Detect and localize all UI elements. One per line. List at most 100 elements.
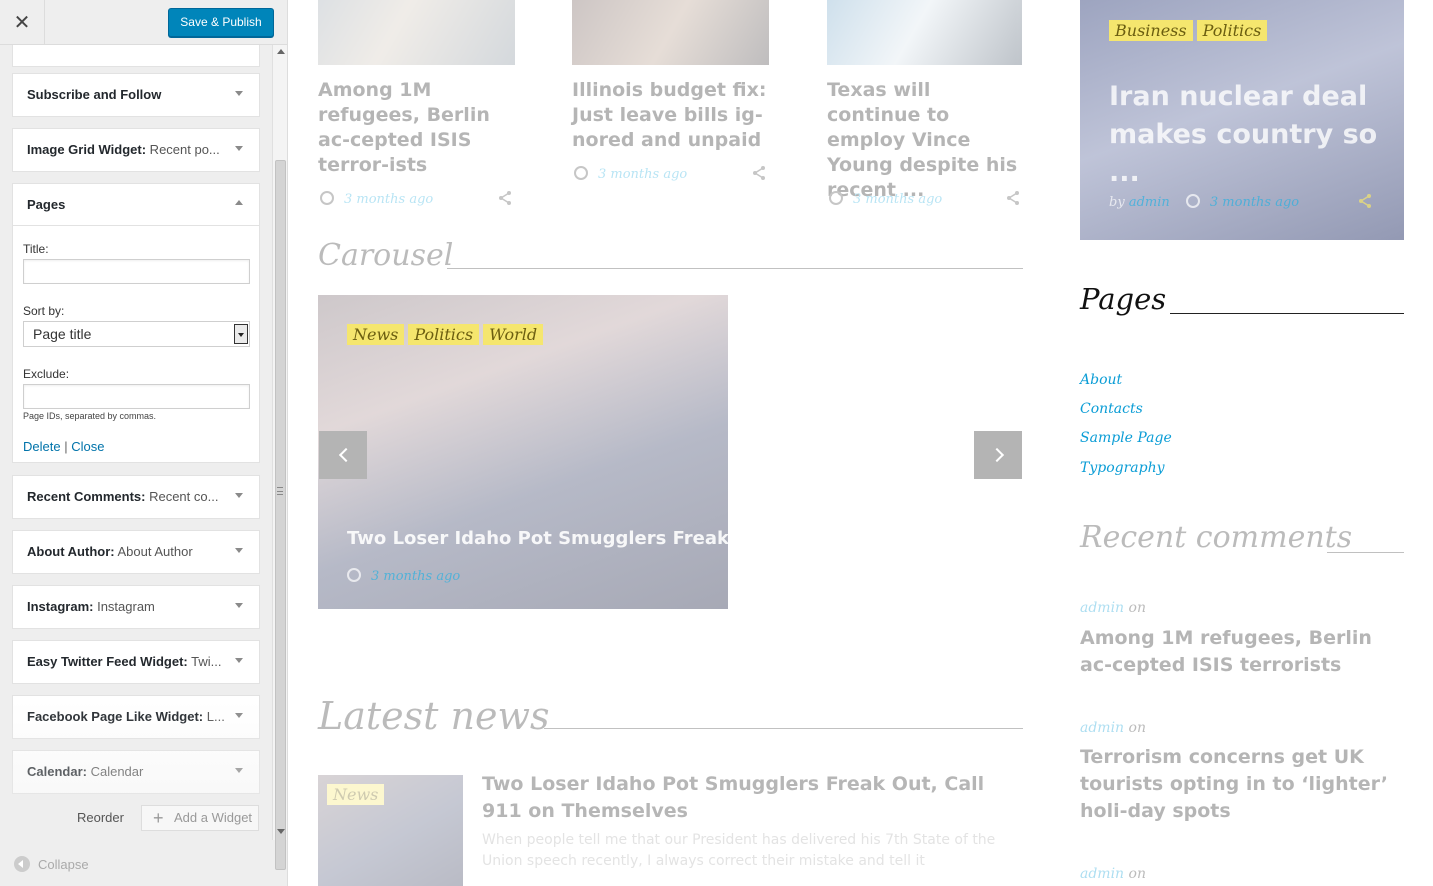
scrollbar-thumb[interactable] bbox=[275, 160, 286, 870]
comment-author[interactable]: admin bbox=[1080, 866, 1124, 882]
post-title[interactable]: Among 1M refugees, Berlin ac-cepted ISIS… bbox=[318, 78, 518, 178]
widget-about-author[interactable]: About Author: About Author bbox=[12, 530, 260, 574]
widget-title: Image Grid Widget: bbox=[27, 142, 147, 157]
tag-badge[interactable]: World bbox=[483, 324, 544, 345]
expand-arrow-icon[interactable] bbox=[235, 548, 243, 553]
page-link-about[interactable]: About bbox=[1080, 372, 1172, 401]
widget-twitter-feed[interactable]: Easy Twitter Feed Widget: Twi... bbox=[12, 640, 260, 684]
comment-author[interactable]: admin bbox=[1080, 720, 1124, 736]
share-icon[interactable] bbox=[1005, 190, 1021, 206]
tag-badge[interactable]: Politics bbox=[1196, 20, 1268, 41]
reorder-link[interactable]: Reorder bbox=[77, 810, 124, 825]
expand-arrow-icon[interactable] bbox=[235, 493, 243, 498]
comment-post-title[interactable]: Terrorism concerns get UK tourists optin… bbox=[1080, 744, 1410, 825]
collapse-label: Collapse bbox=[38, 857, 89, 872]
latest-title[interactable]: Two Loser Idaho Pot Smugglers Freak Out,… bbox=[482, 771, 1027, 825]
exclude-hint: Page IDs, separated by commas. bbox=[23, 411, 157, 421]
widget-subtitle: Recent co... bbox=[145, 489, 219, 504]
title-label: Title: bbox=[23, 242, 49, 256]
widget-title: Facebook Page Like Widget: bbox=[27, 709, 204, 724]
widget-subtitle: About Author bbox=[114, 544, 193, 559]
close-widget-link[interactable]: Close bbox=[71, 439, 104, 454]
close-customizer-button[interactable]: ✕ bbox=[0, 0, 45, 45]
page-link-sample-page[interactable]: Sample Page bbox=[1080, 430, 1172, 460]
exclude-input[interactable] bbox=[23, 384, 250, 409]
post-title[interactable]: Texas will continue to employ Vince Youn… bbox=[827, 78, 1027, 203]
widget-instagram[interactable]: Instagram: Instagram bbox=[12, 585, 260, 629]
widget-title: About Author: bbox=[27, 544, 115, 559]
title-input[interactable] bbox=[23, 259, 250, 284]
add-widget-button[interactable]: + Add a Widget bbox=[141, 805, 259, 831]
page-link-typography[interactable]: Typography bbox=[1080, 460, 1172, 489]
post-thumbnail[interactable] bbox=[318, 0, 515, 65]
clock-icon bbox=[574, 166, 588, 180]
site-preview: Among 1M refugees, Berlin ac-cepted ISIS… bbox=[289, 0, 1433, 886]
expand-arrow-icon[interactable] bbox=[235, 146, 243, 151]
heading-rule bbox=[1327, 552, 1404, 553]
expand-arrow-icon[interactable] bbox=[235, 603, 243, 608]
heading-rule bbox=[544, 728, 1023, 729]
featured-date: 3 months ago bbox=[1209, 195, 1300, 210]
widget-title: Easy Twitter Feed Widget: bbox=[27, 654, 188, 669]
scroll-grip-icon bbox=[277, 487, 283, 495]
featured-title[interactable]: Iran nuclear deal makes country so ... bbox=[1109, 78, 1379, 192]
widget-pages-header[interactable]: Pages bbox=[13, 184, 259, 226]
share-icon[interactable] bbox=[497, 190, 513, 206]
post-title[interactable]: Illinois budget fix: Just leave bills ig… bbox=[572, 78, 772, 153]
post-meta: 3 months ago bbox=[320, 191, 433, 207]
widget-facebook-like[interactable]: Facebook Page Like Widget: L... bbox=[12, 695, 260, 739]
post-thumbnail[interactable] bbox=[827, 0, 1022, 65]
comment-meta: admin on bbox=[1080, 720, 1146, 736]
sidebar-scrollbar[interactable] bbox=[272, 45, 287, 870]
post-thumbnail[interactable] bbox=[572, 0, 769, 65]
expand-arrow-icon[interactable] bbox=[235, 713, 243, 718]
save-publish-button[interactable]: Save & Publish bbox=[168, 8, 274, 37]
latest-excerpt: When people tell me that our President h… bbox=[482, 832, 996, 869]
comment-on: on bbox=[1128, 600, 1146, 616]
featured-meta: by admin 3 months ago bbox=[1109, 194, 1299, 210]
widget-title: Recent Comments: bbox=[27, 489, 146, 504]
featured-author[interactable]: admin bbox=[1129, 195, 1170, 210]
scroll-up-icon[interactable] bbox=[277, 49, 285, 54]
tag-badge[interactable]: News bbox=[347, 324, 405, 345]
carousel-prev-button[interactable] bbox=[319, 431, 367, 479]
comment-on: on bbox=[1128, 866, 1146, 882]
widget-recent-comments[interactable]: Recent Comments: Recent co... bbox=[12, 475, 260, 519]
dropdown-arrow-icon[interactable] bbox=[234, 324, 248, 344]
comment-author[interactable]: admin bbox=[1080, 600, 1124, 616]
carousel-heading: Carousel bbox=[318, 238, 454, 273]
widget-pages: Pages Title: Sort by: Page title Exclude… bbox=[12, 183, 260, 463]
clock-icon bbox=[347, 568, 361, 582]
clock-icon bbox=[320, 191, 334, 205]
widget-pages-form: Title: Sort by: Page title Exclude: Page… bbox=[13, 226, 259, 454]
carousel-slide-meta: 3 months ago bbox=[347, 568, 460, 584]
scroll-down-icon[interactable] bbox=[277, 829, 285, 834]
expand-arrow-icon[interactable] bbox=[235, 768, 243, 773]
collapse-arrow-icon bbox=[14, 856, 30, 872]
expand-arrow-icon[interactable] bbox=[235, 658, 243, 663]
widget-subscribe-follow[interactable]: Subscribe and Follow bbox=[12, 73, 260, 117]
share-icon[interactable] bbox=[751, 165, 767, 181]
delete-widget-link[interactable]: Delete bbox=[23, 439, 61, 454]
sortby-label: Sort by: bbox=[23, 304, 65, 318]
collapse-button[interactable]: Collapse bbox=[14, 856, 89, 872]
collapse-arrow-icon[interactable] bbox=[235, 200, 243, 205]
widget-calendar[interactable]: Calendar: Calendar bbox=[12, 750, 260, 794]
customizer-sidebar: ✕ Save & Publish Subscribe and Follow Im… bbox=[0, 0, 288, 886]
page-link-contacts[interactable]: Contacts bbox=[1080, 401, 1172, 430]
share-icon[interactable] bbox=[1357, 193, 1373, 209]
widget-image-grid[interactable]: Image Grid Widget: Recent po... bbox=[12, 128, 260, 172]
sortby-value: Page title bbox=[33, 326, 92, 342]
expand-arrow-icon[interactable] bbox=[235, 91, 243, 96]
tag-badge[interactable]: News bbox=[327, 784, 385, 805]
recent-comments-heading: Recent comments bbox=[1080, 520, 1353, 555]
tag-badge[interactable]: Politics bbox=[408, 324, 480, 345]
clock-icon bbox=[1185, 194, 1200, 208]
comment-post-title[interactable]: Among 1M refugees, Berlin ac-cepted ISIS… bbox=[1080, 625, 1400, 679]
carousel-tags: News Politics World bbox=[347, 324, 547, 345]
customizer-header: ✕ Save & Publish bbox=[0, 0, 287, 45]
carousel-next-button[interactable] bbox=[974, 431, 1022, 479]
sortby-select[interactable]: Page title bbox=[23, 321, 250, 347]
tag-badge[interactable]: Business bbox=[1109, 20, 1193, 41]
carousel-slide-title[interactable]: Two Loser Idaho Pot Smugglers Freak O bbox=[347, 528, 728, 549]
